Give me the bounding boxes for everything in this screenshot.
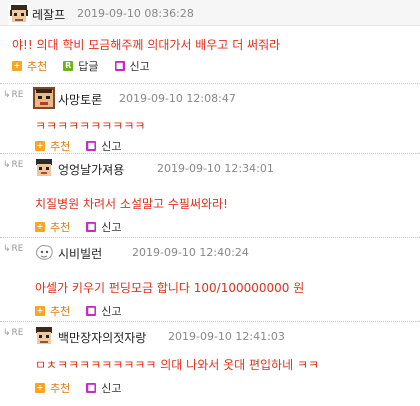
comment-header: 레잘프 2019-09-10 08:36:28 xyxy=(0,0,420,26)
reply-item: ↳RE 백만장자의젓자랑 2019-09-10 12:41:03 ㅁㅊㅋㅋㅋㅋㅋ… xyxy=(0,322,420,406)
plus-icon: + xyxy=(12,61,22,71)
avatar[interactable] xyxy=(33,325,55,347)
reply-item: ↳RE 시비빌런 2019-09-10 12:40:24 아셀가 키우기 펀딩모… xyxy=(0,238,420,322)
reply-actions: + 추천 ■ 신고 xyxy=(35,303,138,319)
reply-button[interactable]: R 답글 xyxy=(63,58,99,74)
reply-arrow-icon: ↳ xyxy=(3,160,11,170)
report-label: 신고 xyxy=(101,140,122,153)
reply-author[interactable]: 백만장자의젓자랑 xyxy=(58,329,146,346)
reply-actions: + 추천 ■ 신고 xyxy=(35,219,138,235)
report-icon: ■ xyxy=(86,222,97,232)
reply-datetime: 2019-09-10 12:41:03 xyxy=(168,330,285,343)
plus-icon: + xyxy=(35,306,45,316)
reply-arrow-icon: ↳ xyxy=(3,90,11,100)
comment-author[interactable]: 레잘프 xyxy=(32,6,65,23)
report-label: 신고 xyxy=(101,382,122,395)
recommend-button[interactable]: + 추천 xyxy=(35,138,70,154)
avatar[interactable] xyxy=(33,87,55,109)
reply-actions: + 추천 ■ 신고 xyxy=(35,380,138,396)
report-button[interactable]: ■ 신고 xyxy=(114,58,150,74)
report-button[interactable]: ■ 신고 xyxy=(86,138,122,154)
recommend-button[interactable]: + 추천 xyxy=(12,58,47,74)
reply-actions: + 추천 ■ 신고 xyxy=(35,138,138,154)
reply-marker: ↳RE xyxy=(3,244,24,254)
report-icon: ■ xyxy=(114,61,125,71)
comment-main: 레잘프 2019-09-10 08:36:28 야!! 의대 학비 모금해주께 … xyxy=(0,0,420,84)
comment-datetime: 2019-09-10 08:36:28 xyxy=(77,7,194,20)
recommend-label: 추천 xyxy=(50,221,71,234)
report-button[interactable]: ■ 신고 xyxy=(86,380,122,396)
reply-icon: R xyxy=(63,61,74,71)
plus-icon: + xyxy=(35,383,45,393)
recommend-button[interactable]: + 추천 xyxy=(35,303,70,319)
reply-datetime: 2019-09-10 12:08:47 xyxy=(119,92,236,105)
reply-marker: ↳RE xyxy=(3,90,24,100)
reply-arrow-icon: ↳ xyxy=(3,244,11,254)
reply-item: ↳RE 엉엉날가져용 2019-09-10 12:34:01 치질병원 차려서 … xyxy=(0,154,420,238)
reply-text: ㅁㅊㅋㅋㅋㅋㅋㅋㅋㅋㅋ 의대 나와서 옷대 편입하네 ㅋㅋ xyxy=(35,358,320,372)
comment-text: 야!! 의대 학비 모금해주께 의대가서 배우고 더 써줘라 xyxy=(12,38,281,52)
avatar[interactable] xyxy=(33,157,55,179)
reply-author[interactable]: 시비빌런 xyxy=(58,245,102,262)
report-icon: ■ xyxy=(86,383,97,393)
reply-author[interactable]: 엉엉날가져용 xyxy=(58,161,124,178)
report-label: 신고 xyxy=(101,221,122,234)
report-icon: ■ xyxy=(86,306,97,316)
reply-text: 치질병원 차려서 소설말고 수필써와라! xyxy=(35,197,228,211)
report-label: 신고 xyxy=(129,60,150,73)
reply-item: ↳RE 사망토론 2019-09-10 12:08:47 ㅋㅋㅋㅋㅋㅋㅋㅋㅋㅋ … xyxy=(0,84,420,154)
recommend-button[interactable]: + 추천 xyxy=(35,380,70,396)
reply-marker: ↳RE xyxy=(3,328,24,338)
report-label: 신고 xyxy=(101,305,122,318)
reply-author[interactable]: 사망토론 xyxy=(58,91,102,108)
plus-icon: + xyxy=(35,222,45,232)
recommend-label: 추천 xyxy=(50,305,71,318)
recommend-label: 추천 xyxy=(50,140,71,153)
plus-icon: + xyxy=(35,141,45,151)
reply-datetime: 2019-09-10 12:34:01 xyxy=(157,162,274,175)
report-icon: ■ xyxy=(86,141,97,151)
avatar[interactable] xyxy=(8,3,30,25)
reply-arrow-icon: ↳ xyxy=(3,328,11,338)
reply-text: ㅋㅋㅋㅋㅋㅋㅋㅋㅋㅋ xyxy=(35,119,146,133)
recommend-label: 추천 xyxy=(27,60,48,73)
reply-text: 아셀가 키우기 펀딩모금 합니다 100/100000000 원 xyxy=(35,281,305,295)
reply-label: 답글 xyxy=(78,60,99,73)
report-button[interactable]: ■ 신고 xyxy=(86,219,122,235)
recommend-label: 추천 xyxy=(50,382,71,395)
reply-marker: ↳RE xyxy=(3,160,24,170)
report-button[interactable]: ■ 신고 xyxy=(86,303,122,319)
reply-datetime: 2019-09-10 12:40:24 xyxy=(132,246,249,259)
avatar[interactable] xyxy=(33,241,55,263)
recommend-button[interactable]: + 추천 xyxy=(35,219,70,235)
comment-actions: + 추천 R 답글 ■ 신고 xyxy=(12,58,166,74)
